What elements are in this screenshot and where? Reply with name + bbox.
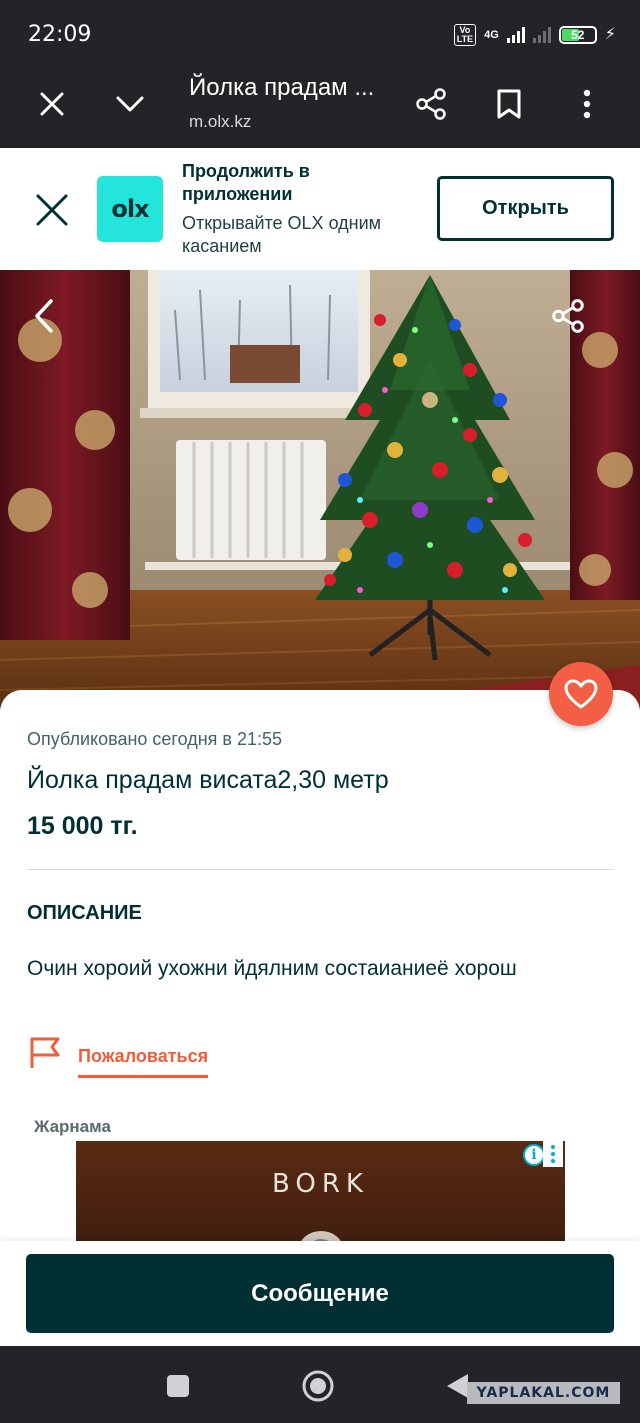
signal-2-icon: [532, 27, 551, 43]
close-icon[interactable]: [30, 82, 74, 126]
listing-photo[interactable]: [0, 270, 640, 710]
page-url: m.olx.kz: [189, 112, 252, 131]
volte-icon: Vo LTE: [453, 24, 477, 46]
flag-icon: [28, 1036, 62, 1075]
status-time: 22:09: [28, 22, 92, 47]
olx-logo: olx: [97, 176, 163, 242]
open-app-button[interactable]: Открыть: [437, 176, 614, 241]
banner-subtitle: Открывайте OLX одним касанием: [182, 213, 382, 256]
browser-toolbar: Йолка прадам ... m.olx.kz: [0, 62, 640, 148]
square-icon[interactable]: [158, 1366, 198, 1406]
share-icon[interactable]: [409, 82, 453, 126]
banner-title: Продолжить в приложении: [182, 161, 310, 204]
signal-icon: [506, 27, 525, 43]
listing-price: 15 000 тг.: [27, 812, 138, 840]
chevron-left-icon[interactable]: [24, 296, 64, 336]
description-heading: ОПИСАНИЕ: [27, 902, 142, 924]
share-icon[interactable]: [548, 296, 588, 336]
advertisement[interactable]: BORK i: [76, 1141, 565, 1251]
info-icon[interactable]: i: [523, 1144, 545, 1166]
divider: [27, 869, 614, 870]
published-date: Опубликовано сегодня в 21:55: [27, 729, 283, 749]
open-in-app-banner: olx Продолжить в приложении Открывайте O…: [0, 148, 640, 270]
ad-brand: BORK: [272, 1169, 369, 1199]
heart-icon[interactable]: [549, 662, 613, 726]
report-label[interactable]: Пожаловаться: [78, 1046, 209, 1078]
status-bar: 22:09 Vo LTE 4G 52 ⚡: [0, 0, 640, 62]
watermark: YAPLAKAL.COM: [467, 1382, 620, 1404]
battery-level: 52: [571, 28, 585, 42]
chevron-down-icon[interactable]: [108, 82, 152, 126]
message-button[interactable]: Сообщение: [26, 1254, 614, 1333]
more-vertical-icon[interactable]: [565, 82, 609, 126]
status-icons: Vo LTE 4G 52 ⚡: [453, 24, 616, 46]
page-title: Йолка прадам ...: [189, 74, 375, 101]
network-type: 4G: [484, 29, 499, 41]
christmas-tree-photo: [0, 270, 640, 710]
close-icon[interactable]: [30, 188, 74, 232]
bookmark-icon[interactable]: [487, 82, 531, 126]
battery-icon: 52: [558, 26, 597, 44]
report-link[interactable]: Пожаловаться: [28, 1036, 209, 1082]
circle-icon[interactable]: [298, 1366, 338, 1406]
listing-title: Йолка прадам висата2,30 метр: [27, 766, 389, 794]
contact-bar: Сообщение: [0, 1241, 640, 1346]
advertising-label: Жарнама: [34, 1117, 111, 1136]
more-vertical-icon[interactable]: [543, 1141, 563, 1167]
charging-icon: ⚡: [604, 26, 616, 43]
description-text: Очин хороий ухожни йдялним состаианиеё х…: [27, 957, 517, 980]
